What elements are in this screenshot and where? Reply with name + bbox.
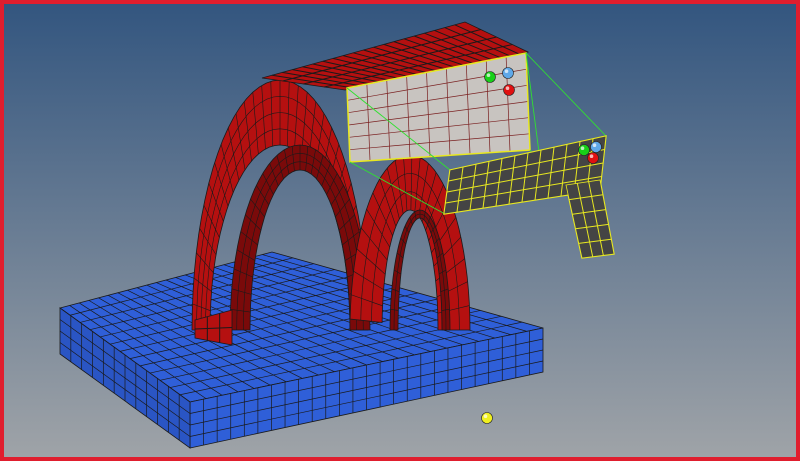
y-axis-handle-1[interactable] [484, 71, 496, 83]
origin-handle[interactable] [481, 412, 493, 424]
x-axis-handle-1[interactable] [503, 84, 515, 96]
z-axis-handle-2[interactable] [590, 141, 602, 153]
z-axis-handle-1[interactable] [502, 67, 514, 79]
graphics-viewport[interactable] [0, 0, 800, 461]
x-axis-handle-2[interactable] [587, 152, 599, 164]
y-axis-handle-2[interactable] [578, 144, 590, 156]
model-scene[interactable] [0, 0, 800, 461]
